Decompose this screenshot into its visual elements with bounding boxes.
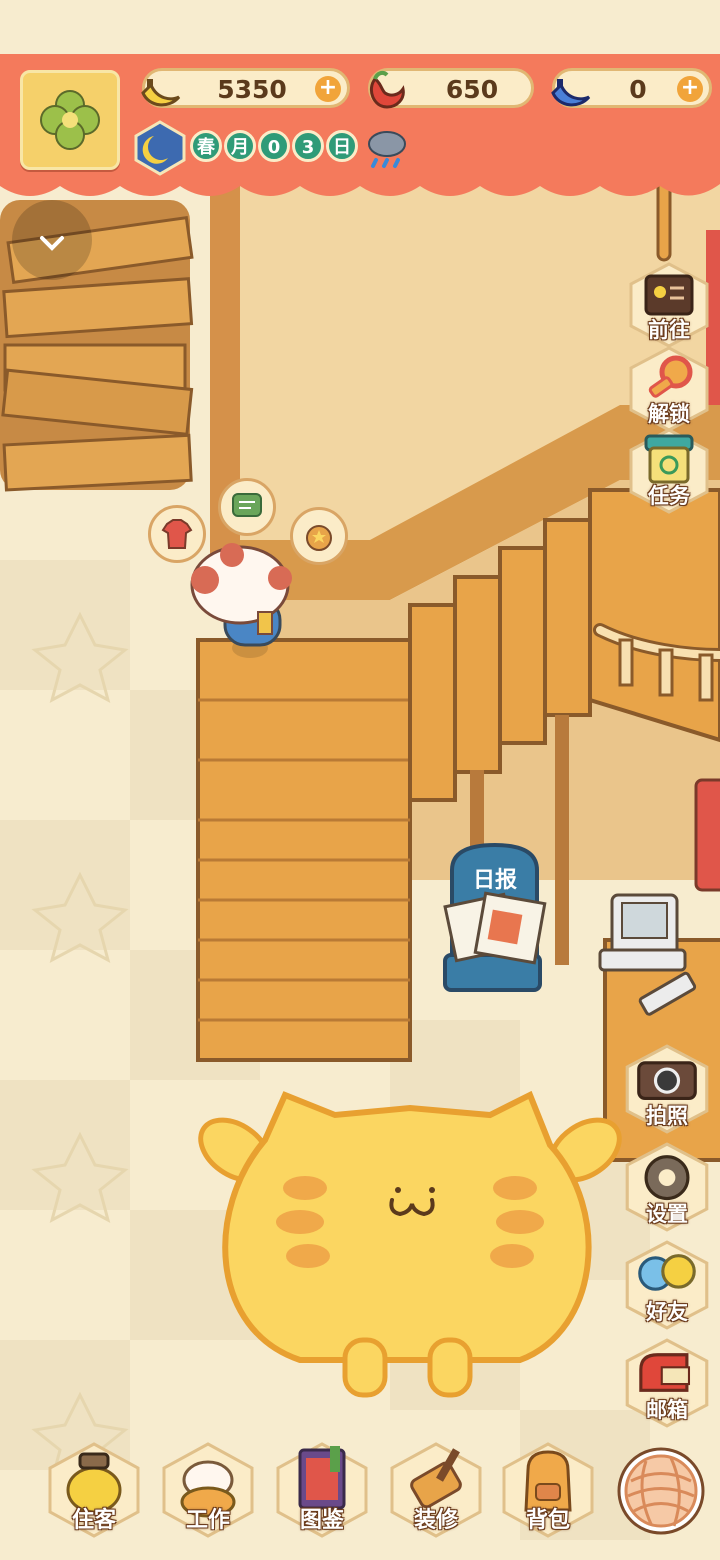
chat-request-bubble[interactable] <box>218 478 276 536</box>
shirt-icon <box>161 519 193 549</box>
collection-label: 图鉴 <box>299 1508 344 1533</box>
settings-label: 设置 <box>646 1202 688 1226</box>
season-chip: 春 <box>190 130 222 162</box>
backpack-label: 背包 <box>525 1508 570 1533</box>
player-avatar[interactable] <box>20 70 120 170</box>
collapse-indicator[interactable] <box>12 200 92 280</box>
star-bag-icon <box>306 525 332 551</box>
clothing-request-bubble[interactable] <box>148 505 206 563</box>
work-label: 工作 <box>185 1508 230 1533</box>
chat-icon <box>232 493 262 517</box>
decorate-button[interactable]: 装修 <box>386 1440 486 1540</box>
tasks-button[interactable]: 任务 <box>628 428 710 514</box>
banana-value: 5350 <box>217 75 287 104</box>
banana-counter[interactable]: 5350 + <box>141 68 350 108</box>
day-digit-2: 3 <box>292 130 324 162</box>
goto-button[interactable]: 前往 <box>628 262 710 348</box>
unlock-button[interactable]: 解锁 <box>628 346 710 432</box>
top-hud: 5350 + 650 0 + 春 月 0 3 日 <box>0 54 720 204</box>
game-screen: 日报 5350 + 650 0 + 春 月 0 3 日 前往 解锁 任务 拍照 … <box>0 0 720 1560</box>
residents-button[interactable]: 住客 <box>44 1440 144 1540</box>
mail-label: 邮箱 <box>646 1398 688 1422</box>
decorate-label: 装修 <box>413 1508 458 1533</box>
rain-cloud-icon <box>368 131 406 168</box>
settings-button[interactable]: 设置 <box>624 1142 710 1232</box>
residents-label: 住客 <box>71 1508 116 1533</box>
blue-banana-icon <box>551 79 591 107</box>
room-scene <box>0 0 720 1560</box>
collection-button[interactable]: 图鉴 <box>272 1440 372 1540</box>
friends-button[interactable]: 好友 <box>624 1240 710 1330</box>
clover-icon <box>40 90 100 150</box>
photo-button[interactable]: 拍照 <box>624 1044 710 1134</box>
month-chip: 月 <box>224 130 256 162</box>
day-chip: 日 <box>326 130 358 162</box>
goto-label: 前往 <box>648 318 690 342</box>
yarn-ball-icon <box>617 1447 705 1535</box>
add-banana-button[interactable]: + <box>315 76 341 102</box>
chili-value: 650 <box>445 75 499 104</box>
backpack-button[interactable]: 背包 <box>498 1440 598 1540</box>
hud-scallop-edge <box>0 172 720 196</box>
work-button[interactable]: 工作 <box>158 1440 258 1540</box>
photo-label: 拍照 <box>646 1104 688 1128</box>
blue-banana-value: 0 <box>629 75 647 104</box>
blue-banana-counter[interactable]: 0 + <box>551 68 712 108</box>
day-digit-1: 0 <box>258 130 290 162</box>
add-blue-banana-button[interactable]: + <box>677 76 703 102</box>
tasks-label: 任务 <box>648 484 690 508</box>
friends-label: 好友 <box>646 1300 688 1324</box>
unlock-label: 解锁 <box>648 402 690 426</box>
yarn-ball-button[interactable] <box>616 1446 706 1536</box>
star-request-bubble[interactable] <box>290 507 348 565</box>
chili-counter[interactable]: 650 <box>368 68 534 109</box>
moon-calendar-icon <box>134 120 186 176</box>
newspaper-sign: 日报 <box>472 868 517 893</box>
chili-pepper-icon <box>370 70 405 109</box>
banana-icon <box>141 79 181 107</box>
mail-button[interactable]: 邮箱 <box>624 1338 710 1428</box>
